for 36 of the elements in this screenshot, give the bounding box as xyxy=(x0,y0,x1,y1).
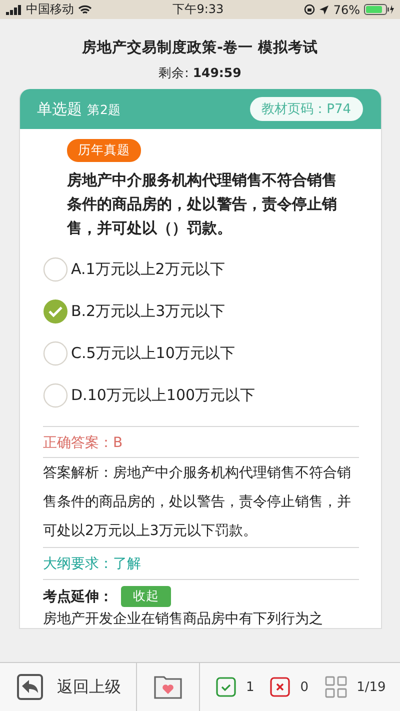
page-reference-badge: 教材页码：P74 xyxy=(250,97,363,121)
location-icon xyxy=(319,4,330,14)
checked-radio-icon[interactable] xyxy=(43,298,68,324)
extension-label: 考点延伸： xyxy=(43,588,113,606)
option-label[interactable]: D.10万元以上100万元以下 xyxy=(71,386,256,404)
option-label[interactable]: C.5万元以上10万元以下 xyxy=(71,344,235,362)
correct-count: 1 xyxy=(246,680,254,694)
question-text: 房地产中介服务机构代理销售不符合销售条件的商品房的，处以警告，责令停止销售，并可处以（）罚款。 xyxy=(67,170,338,239)
question-number: 第2题 xyxy=(87,102,121,118)
exam-title: 房地产交易制度政策-卷一 模拟考试 xyxy=(80,38,320,58)
timer-label: 剩余: xyxy=(158,65,190,80)
option-label[interactable]: B.2万元以上3万元以下 xyxy=(71,302,226,320)
lock-rotation-icon xyxy=(304,4,316,15)
radio-button[interactable] xyxy=(43,256,68,282)
syllabus-requirement: 大纲要求：了解 xyxy=(43,547,359,579)
wifi-icon xyxy=(78,4,92,14)
wrong-count: 0 xyxy=(300,680,309,694)
correct-answer: 正确答案：B xyxy=(43,426,359,457)
battery-icon xyxy=(364,4,394,15)
back-button[interactable]: 返回上级 xyxy=(0,663,137,711)
wrong-icon xyxy=(270,677,290,697)
answer-explanation: 答案解析：房地产中介服务机构代理销售不符合销售条件的商品房的，处以警告，责令停止销售，并可处以2万元以上3万元以下罚款。 xyxy=(43,457,359,547)
question-counter: 1/19 xyxy=(356,680,386,694)
grid-icon[interactable] xyxy=(324,676,347,698)
extension-text: 房地产开发企业在销售商品房中有下列行为之 xyxy=(43,610,324,628)
question-type: 单选题 xyxy=(37,100,82,118)
battery-percentage: 76% xyxy=(333,2,360,16)
past-exam-tag: 历年真题 xyxy=(67,139,141,162)
signal-icon xyxy=(6,4,22,14)
timer-value: 149:59 xyxy=(192,65,242,80)
option-label[interactable]: A.1万元以上2万元以下 xyxy=(71,260,225,278)
radio-button[interactable] xyxy=(43,382,68,408)
correct-icon xyxy=(216,677,236,697)
clock: 下午9:33 xyxy=(172,1,224,18)
carrier-name: 中国移动 xyxy=(26,1,74,18)
radio-button[interactable] xyxy=(43,340,68,366)
